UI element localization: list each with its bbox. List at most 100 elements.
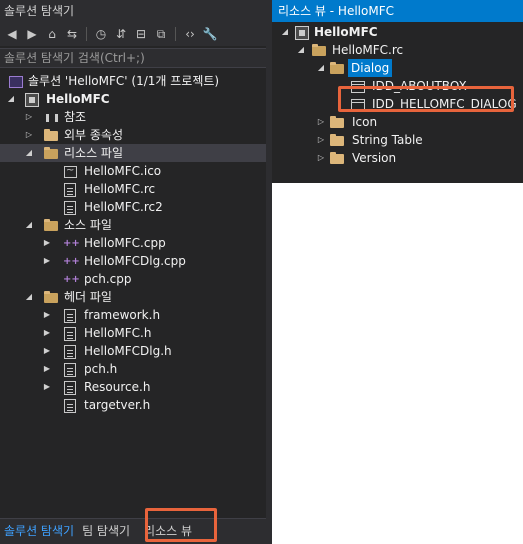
resource-root-label: HelloMFC [314,25,378,39]
dialog-item-highlight [338,86,514,112]
string-table-folder-node[interactable]: ▷ String Table [272,131,523,149]
file-label: Resource.h [84,380,151,394]
resource-view-title: 리소스 뷰 - HelloMFC [272,0,523,22]
header-file-icon [62,379,78,395]
list-item[interactable]: ▶ ++ HelloMFC.cpp [0,234,266,252]
list-item[interactable]: ▶ HelloMFC.h [0,324,266,342]
header-file-icon [62,397,78,413]
solution-explorer-title: 솔루션 탐색기 [0,0,266,22]
folder-icon [330,150,346,166]
external-deps-node[interactable]: ▷ 외부 종속성 [0,126,266,144]
solution-explorer-panel: 솔루션 탐색기 ◀ ▶ ⌂ ⇆ ◷ ⇵ ⊟ ⧉ ‹› 🔧 솔루션 탐색기 검색(… [0,0,266,544]
folder-open-icon [44,145,60,161]
folder-label: Icon [352,115,378,129]
resource-files-node[interactable]: ◢ 리소스 파일 [0,144,266,162]
collapsed-icon[interactable]: ▶ [42,234,52,252]
expand-down-icon[interactable]: ◢ [296,41,306,59]
solution-node[interactable]: 솔루션 'HelloMFC' (1/1개 프로젝트) [0,72,266,90]
tab-solution-explorer[interactable]: 솔루션 탐색기 [0,520,78,544]
sync-icon[interactable]: ⇆ [64,26,80,42]
dialog-folder-node[interactable]: ◢ Dialog [272,59,523,77]
collapsed-icon[interactable]: ▷ [24,108,34,126]
list-item[interactable]: ▶ Resource.h [0,378,266,396]
collapsed-icon[interactable]: ▷ [24,126,34,144]
pending-changes-icon[interactable]: ◷ [93,26,109,42]
source-files-label: 소스 파일 [64,218,112,232]
collapsed-icon[interactable]: ▶ [42,360,52,378]
solution-explorer-search-input[interactable]: 솔루션 탐색기 검색(Ctrl+;) [0,48,266,68]
file-label: pch.cpp [84,272,132,286]
collapsed-icon[interactable]: ▶ [42,342,52,360]
rc-file-label: HelloMFC.rc [332,43,404,57]
file-label: HelloMFC.cpp [84,236,166,250]
version-folder-node[interactable]: ▷ Version [272,149,523,167]
rc-file-node[interactable]: ◢ HelloMFC.rc [272,41,523,59]
list-item[interactable]: targetver.h [0,396,266,414]
references-icon [44,109,60,125]
home-icon[interactable]: ⌂ [44,26,60,42]
toolbar-separator [175,27,176,41]
resource-view-tab-highlight [145,508,217,542]
file-icon [62,199,78,215]
folder-icon [330,132,346,148]
view-code-icon[interactable]: ‹› [182,26,198,42]
resource-root-node[interactable]: ◢ HelloMFC [272,23,523,41]
header-file-icon [62,361,78,377]
expand-down-icon[interactable]: ◢ [316,59,326,77]
file-label: HelloMFC.ico [84,164,162,178]
collapsed-icon[interactable]: ▷ [316,113,326,131]
back-icon[interactable]: ◀ [4,26,20,42]
collapsed-icon[interactable]: ▷ [316,131,326,149]
file-label: HelloMFCDlg.cpp [84,254,186,268]
list-item[interactable]: HelloMFC.rc [0,180,266,198]
expand-down-icon[interactable]: ◢ [24,216,34,234]
file-label: HelloMFC.rc2 [84,200,163,214]
refresh-icon[interactable]: ⇵ [113,26,129,42]
list-item[interactable]: ▶ ++ HelloMFCDlg.cpp [0,252,266,270]
expand-down-icon[interactable]: ◢ [6,90,16,108]
references-node[interactable]: ▷ 참조 [0,108,266,126]
file-label: targetver.h [84,398,151,412]
file-icon [62,181,78,197]
folder-icon [44,127,60,143]
collapsed-icon[interactable]: ▶ [42,306,52,324]
properties-icon[interactable]: 🔧 [202,26,218,42]
tab-team-explorer[interactable]: 팀 탐색기 [78,520,134,544]
project-label: HelloMFC [46,92,110,106]
file-label: framework.h [84,308,161,322]
folder-icon [330,114,346,130]
references-label: 참조 [64,110,87,124]
collapsed-icon[interactable]: ▷ [316,149,326,167]
list-item[interactable]: ▶ framework.h [0,306,266,324]
collapsed-icon[interactable]: ▶ [42,324,52,342]
collapsed-icon[interactable]: ▶ [42,378,52,396]
solution-label: 솔루션 'HelloMFC' (1/1개 프로젝트) [28,74,220,88]
collapsed-icon[interactable]: ▶ [42,252,52,270]
external-deps-label: 외부 종속성 [64,128,124,142]
resource-view-panel: 리소스 뷰 - HelloMFC ◢ HelloMFC ◢ HelloMFC.r… [272,0,523,183]
list-item[interactable]: ▶ HelloMFCDlg.h [0,342,266,360]
image-file-icon [62,162,78,180]
project-icon [294,24,310,40]
expand-down-icon[interactable]: ◢ [24,288,34,306]
list-item[interactable]: HelloMFC.rc2 [0,198,266,216]
project-node[interactable]: ◢ HelloMFC [0,90,266,108]
resource-files-label: 리소스 파일 [64,146,124,160]
folder-label: String Table [352,133,423,147]
show-all-files-icon[interactable]: ⧉ [153,26,169,42]
expand-down-icon[interactable]: ◢ [24,144,34,162]
list-item[interactable]: ++ pch.cpp [0,270,266,288]
folder-open-icon [330,60,346,76]
project-icon [24,91,40,107]
list-item[interactable]: HelloMFC.ico [0,162,266,180]
toolbar-separator [86,27,87,41]
collapse-all-icon[interactable]: ⊟ [133,26,149,42]
solution-tree: 솔루션 'HelloMFC' (1/1개 프로젝트) ◢ HelloMFC ▷ … [0,72,266,414]
source-files-node[interactable]: ◢ 소스 파일 [0,216,266,234]
icon-folder-node[interactable]: ▷ Icon [272,113,523,131]
header-file-icon [62,343,78,359]
expand-down-icon[interactable]: ◢ [280,23,290,41]
header-files-node[interactable]: ◢ 헤더 파일 [0,288,266,306]
forward-icon[interactable]: ▶ [24,26,40,42]
list-item[interactable]: ▶ pch.h [0,360,266,378]
